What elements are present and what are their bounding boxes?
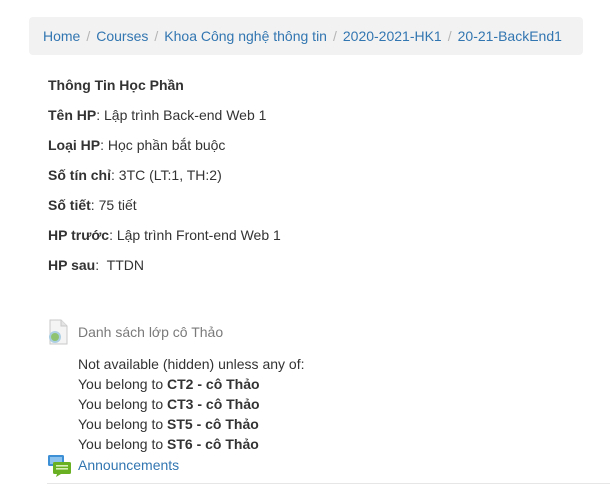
breadcrumb-course[interactable]: 20-21-BackEnd1 [458, 28, 562, 44]
restriction-intro: Not available (hidden) unless any of: [78, 356, 305, 372]
activity-title[interactable]: Danh sách lớp cô Thảo [78, 324, 223, 340]
restriction-item: You belong to CT3 - cô Thảo [78, 396, 260, 412]
restriction-item: You belong to CT2 - cô Thảo [78, 376, 260, 392]
breadcrumb-courses[interactable]: Courses [96, 28, 148, 44]
restriction-item: You belong to ST6 - cô Thảo [78, 436, 259, 452]
breadcrumb-separator: / [332, 28, 337, 44]
course-info: Thông Tin Học Phần Tên HP: Lập trình Bac… [48, 74, 281, 284]
divider [47, 483, 610, 484]
activity-class-list: Danh sách lớp cô Thảo [47, 319, 223, 345]
breadcrumb-separator: / [154, 28, 159, 44]
periods-row: Số tiết: 75 tiết [48, 197, 137, 213]
credits-row: Số tín chỉ: 3TC (LT:1, TH:2) [48, 167, 222, 183]
page-icon [47, 319, 69, 345]
course-type-row: Loại HP: Học phần bắt buộc [48, 137, 226, 153]
breadcrumb: Home / Courses / Khoa Công nghệ thông ti… [29, 17, 583, 55]
restriction-item: You belong to ST5 - cô Thảo [78, 416, 259, 432]
breadcrumb-semester[interactable]: 2020-2021-HK1 [343, 28, 442, 44]
forum-icon [47, 453, 73, 477]
breadcrumb-separator: / [86, 28, 91, 44]
course-name-row: Tên HP: Lập trình Back-end Web 1 [48, 107, 267, 123]
next-course-row: HP sau: TTDN [48, 257, 144, 273]
breadcrumb-faculty[interactable]: Khoa Công nghệ thông tin [164, 28, 327, 44]
course-info-heading: Thông Tin Học Phần [48, 77, 184, 93]
breadcrumb-separator: / [447, 28, 452, 44]
prerequisite-row: HP trước: Lập trình Front-end Web 1 [48, 227, 281, 243]
breadcrumb-home[interactable]: Home [43, 28, 80, 44]
availability-restrictions: Not available (hidden) unless any of: Yo… [78, 354, 304, 454]
activity-announcements: Announcements [47, 453, 179, 477]
announcements-link[interactable]: Announcements [78, 457, 179, 473]
